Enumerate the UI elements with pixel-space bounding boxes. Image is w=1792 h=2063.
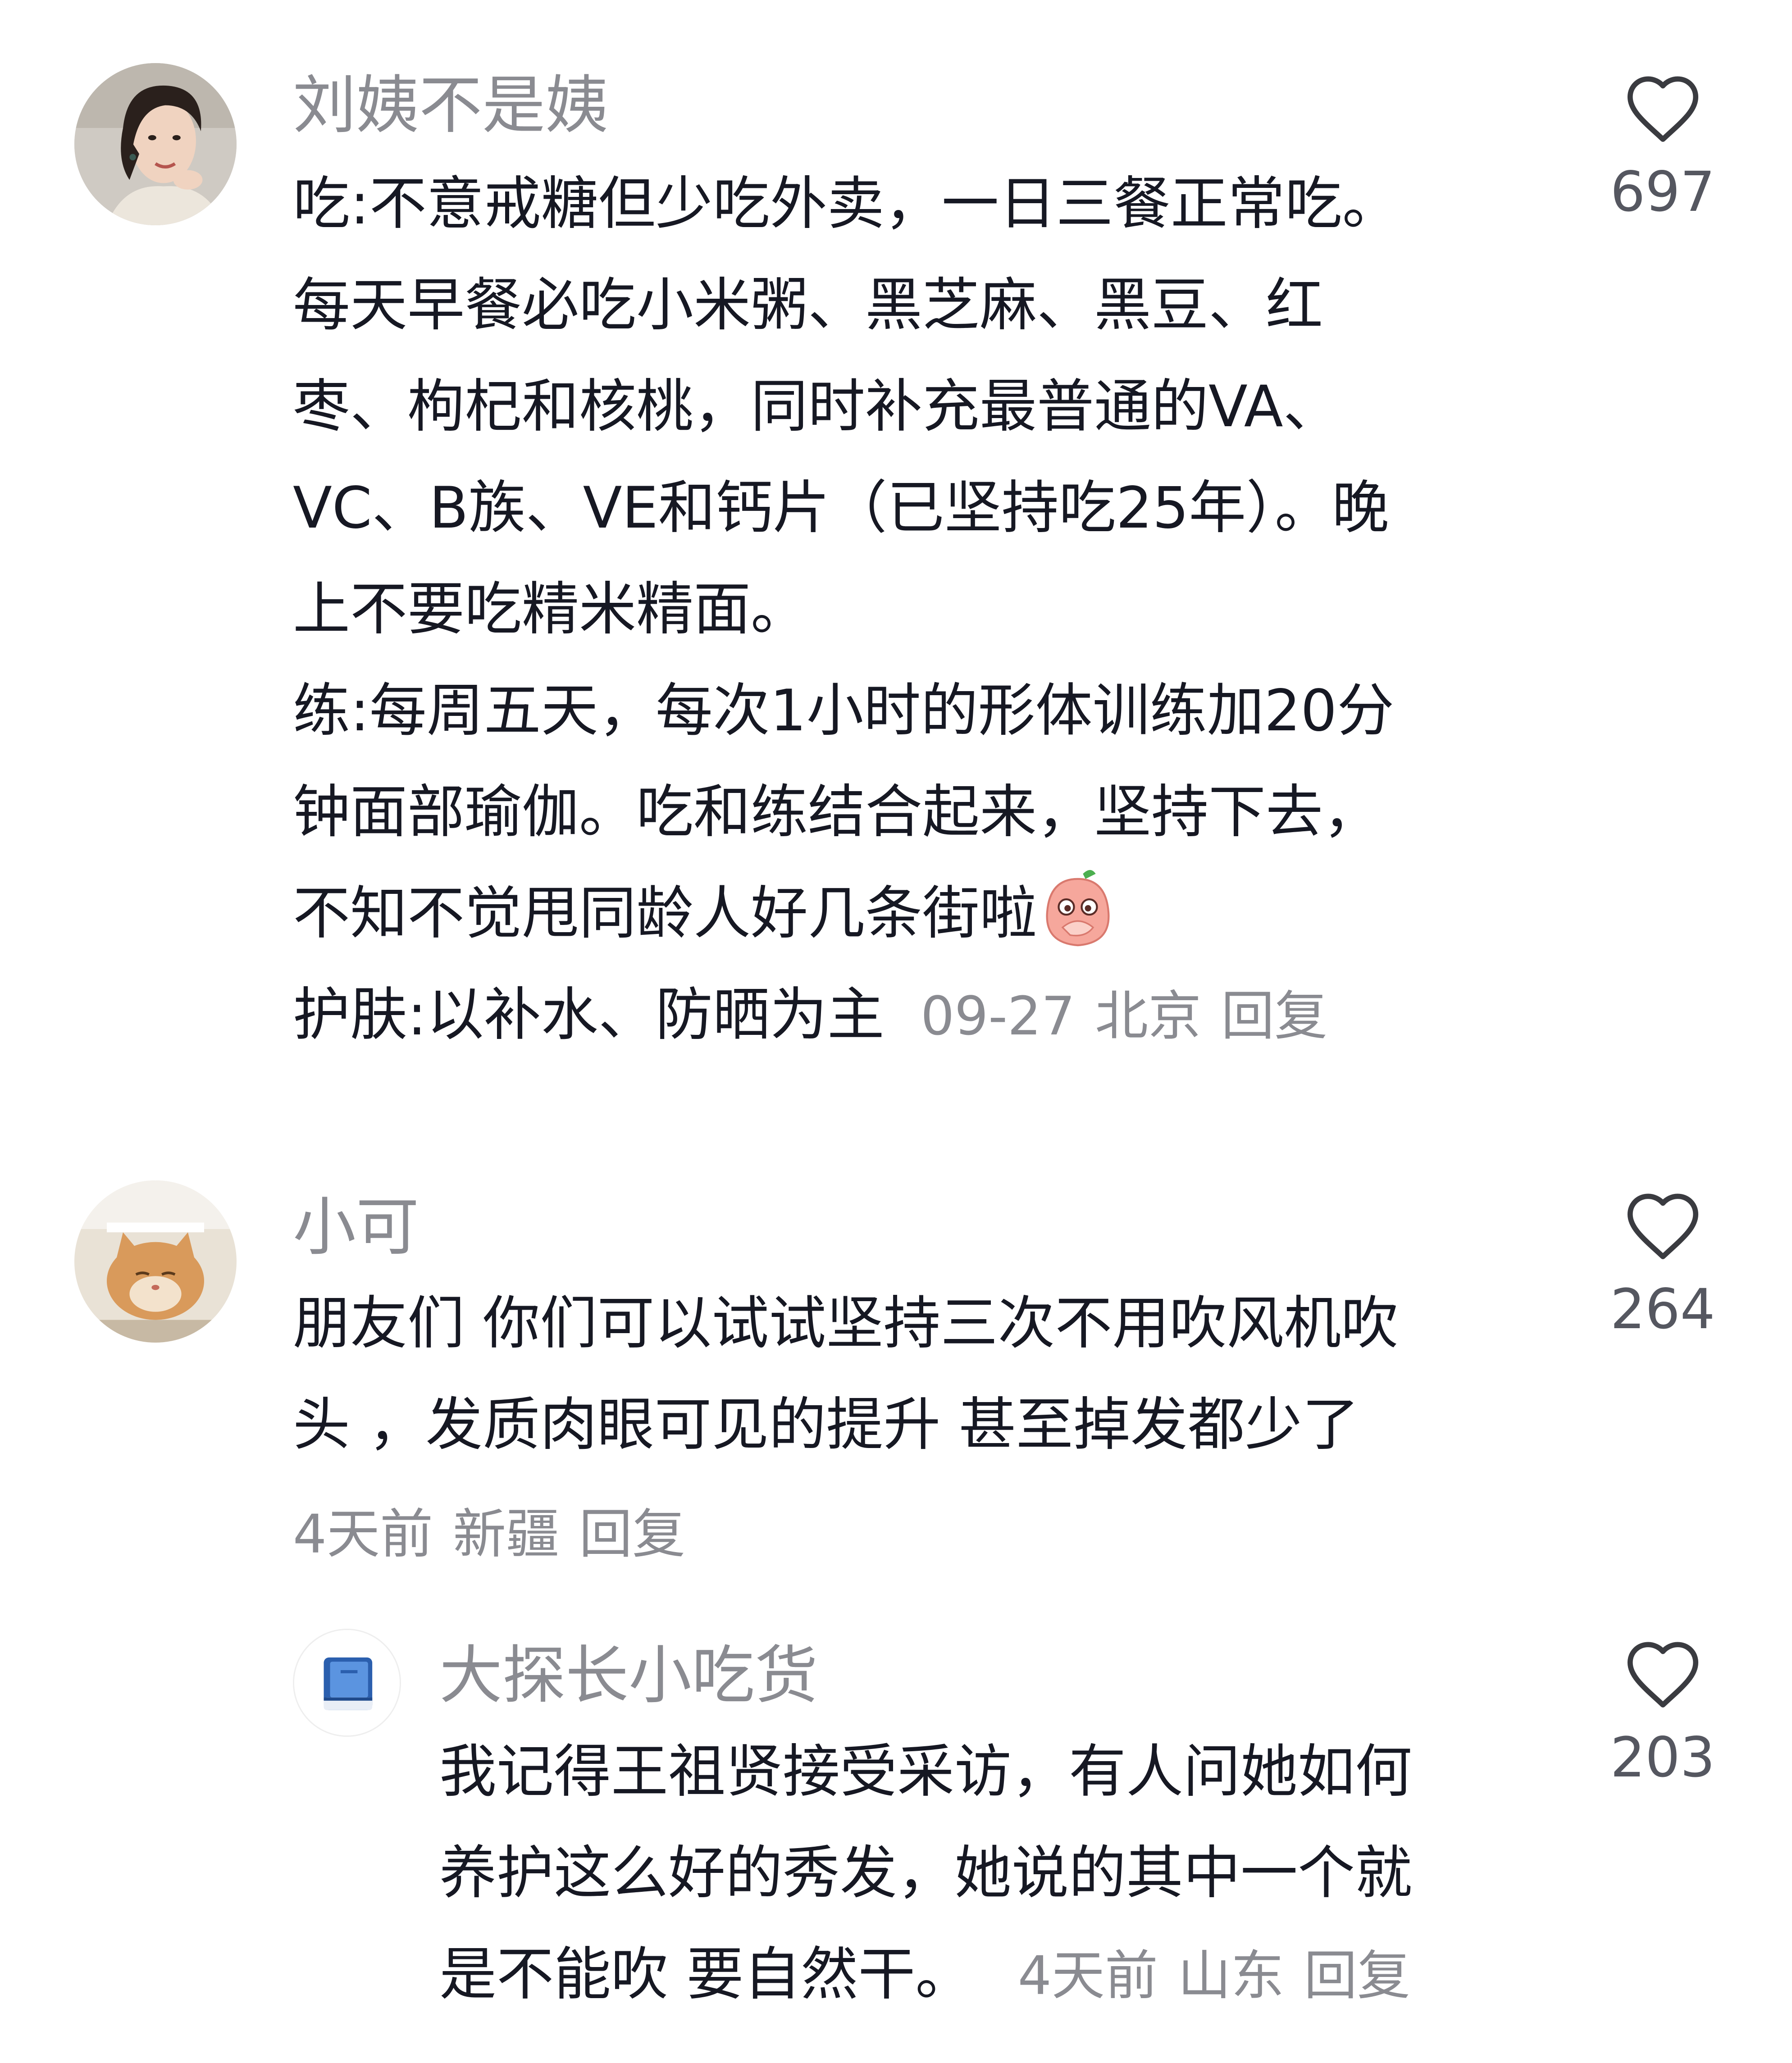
like-count: 264 — [1610, 1277, 1715, 1341]
comment-text-line: 枣、枸杞和核桃，同时补充最普通的VA、 — [293, 373, 1341, 440]
comment-text-line: 练:每周五天，每次1小时的形体训练加20分 — [293, 677, 1395, 744]
avatar[interactable] — [293, 1629, 401, 1737]
reply-button[interactable]: 回复 — [1304, 1945, 1410, 2007]
heart-outline-icon[interactable] — [1623, 72, 1702, 144]
reply-button[interactable]: 回复 — [579, 1503, 685, 1565]
comment-text: 吃:不意戒糖但少吃外卖，一日三餐正常吃。 每天早餐必吃小米粥、黑芝麻、黑豆、红 … — [293, 153, 1400, 1067]
comment-text-segment: 是不能吹 要自然干。 — [439, 1941, 973, 2008]
heart-outline-icon[interactable] — [1623, 1638, 1702, 1710]
peach-covering-mouth-emoji-icon — [1046, 870, 1110, 947]
reply-button[interactable]: 回复 — [1221, 985, 1327, 1047]
comment-text-line: 上不要吃精米精面。 — [293, 576, 808, 642]
comment-text-line: 不知不觉甩同龄人好几条街啦 — [293, 863, 1400, 964]
avatar[interactable] — [74, 1180, 237, 1343]
cat-avatar-image — [74, 1180, 237, 1343]
like-area: 697 — [1595, 72, 1730, 223]
comment-username[interactable]: 大探长小吃货 — [439, 1640, 818, 1712]
comment-text: 我记得王祖贤接受采访，有人问她如何 养护这么好的秀发，她说的其中一个就 是不能吹… — [439, 1721, 1430, 2027]
like-area: 264 — [1595, 1189, 1730, 1341]
comment-text: 朋友们 你们可以试试坚持三次不用吹风机吹 头 ，发质肉眼可见的提升 甚至掉发都少… — [293, 1273, 1398, 1476]
comment-location: 北京 — [1095, 985, 1202, 1047]
woman-portrait-avatar-image — [74, 63, 237, 225]
comment-text-line: 头 ，发质肉眼可见的提升 甚至掉发都少了 — [293, 1391, 1359, 1458]
comment-meta: 4天前 山东 回复 — [1018, 1945, 1430, 2007]
comment-date: 4天前 — [293, 1503, 433, 1565]
comment-location: 新疆 — [453, 1503, 560, 1565]
comment-text-line: 护肤:以补水、防晒为主 09-27 北京 回复 — [293, 964, 1400, 1067]
avatar[interactable] — [74, 63, 237, 225]
like-count: 697 — [1610, 160, 1715, 224]
comment-location: 山东 — [1177, 1945, 1284, 2007]
comment-text-segment: 不知不觉甩同龄人好几条街啦 — [293, 880, 1037, 947]
comment-text-line: 钟面部瑜伽。吃和练结合起来，坚持下去， — [293, 779, 1381, 845]
comment-meta: 4天前 新疆 回复 — [293, 1498, 685, 1570]
comment-text-line: 吃:不意戒糖但少吃外卖，一日三餐正常吃。 — [293, 170, 1400, 237]
comment-username[interactable]: 小可 — [293, 1192, 419, 1264]
comment-date: 4天前 — [1017, 1945, 1158, 2007]
heart-outline-icon[interactable] — [1623, 1189, 1702, 1261]
comment-text-segment: 护肤:以补水、防晒为主 — [293, 981, 885, 1048]
comment-text-line: 我记得王祖贤接受采访，有人问她如何 — [439, 1738, 1413, 1805]
comment-text-line: 是不能吹 要自然干。 4天前 山东 回复 — [439, 1924, 1430, 2027]
comment-text-line: VC、B族、VE和钙片（已坚持吃25年）。晚 — [293, 474, 1389, 541]
comment-date: 09-27 — [921, 985, 1076, 1047]
like-count: 203 — [1610, 1726, 1715, 1790]
comment-text-line: 养护这么好的秀发，她说的其中一个就 — [439, 1840, 1413, 1906]
comment-text-line: 每天早餐必吃小米粥、黑芝麻、黑豆、红 — [293, 272, 1323, 338]
blue-book-icon — [294, 1630, 400, 1735]
like-area: 203 — [1595, 1638, 1730, 1789]
comment-text-line: 朋友们 你们可以试试坚持三次不用吹风机吹 — [293, 1290, 1399, 1357]
comment-meta: 09-27 北京 回复 — [921, 985, 1347, 1047]
comment-username[interactable]: 刘姨不是姨 — [293, 70, 608, 142]
